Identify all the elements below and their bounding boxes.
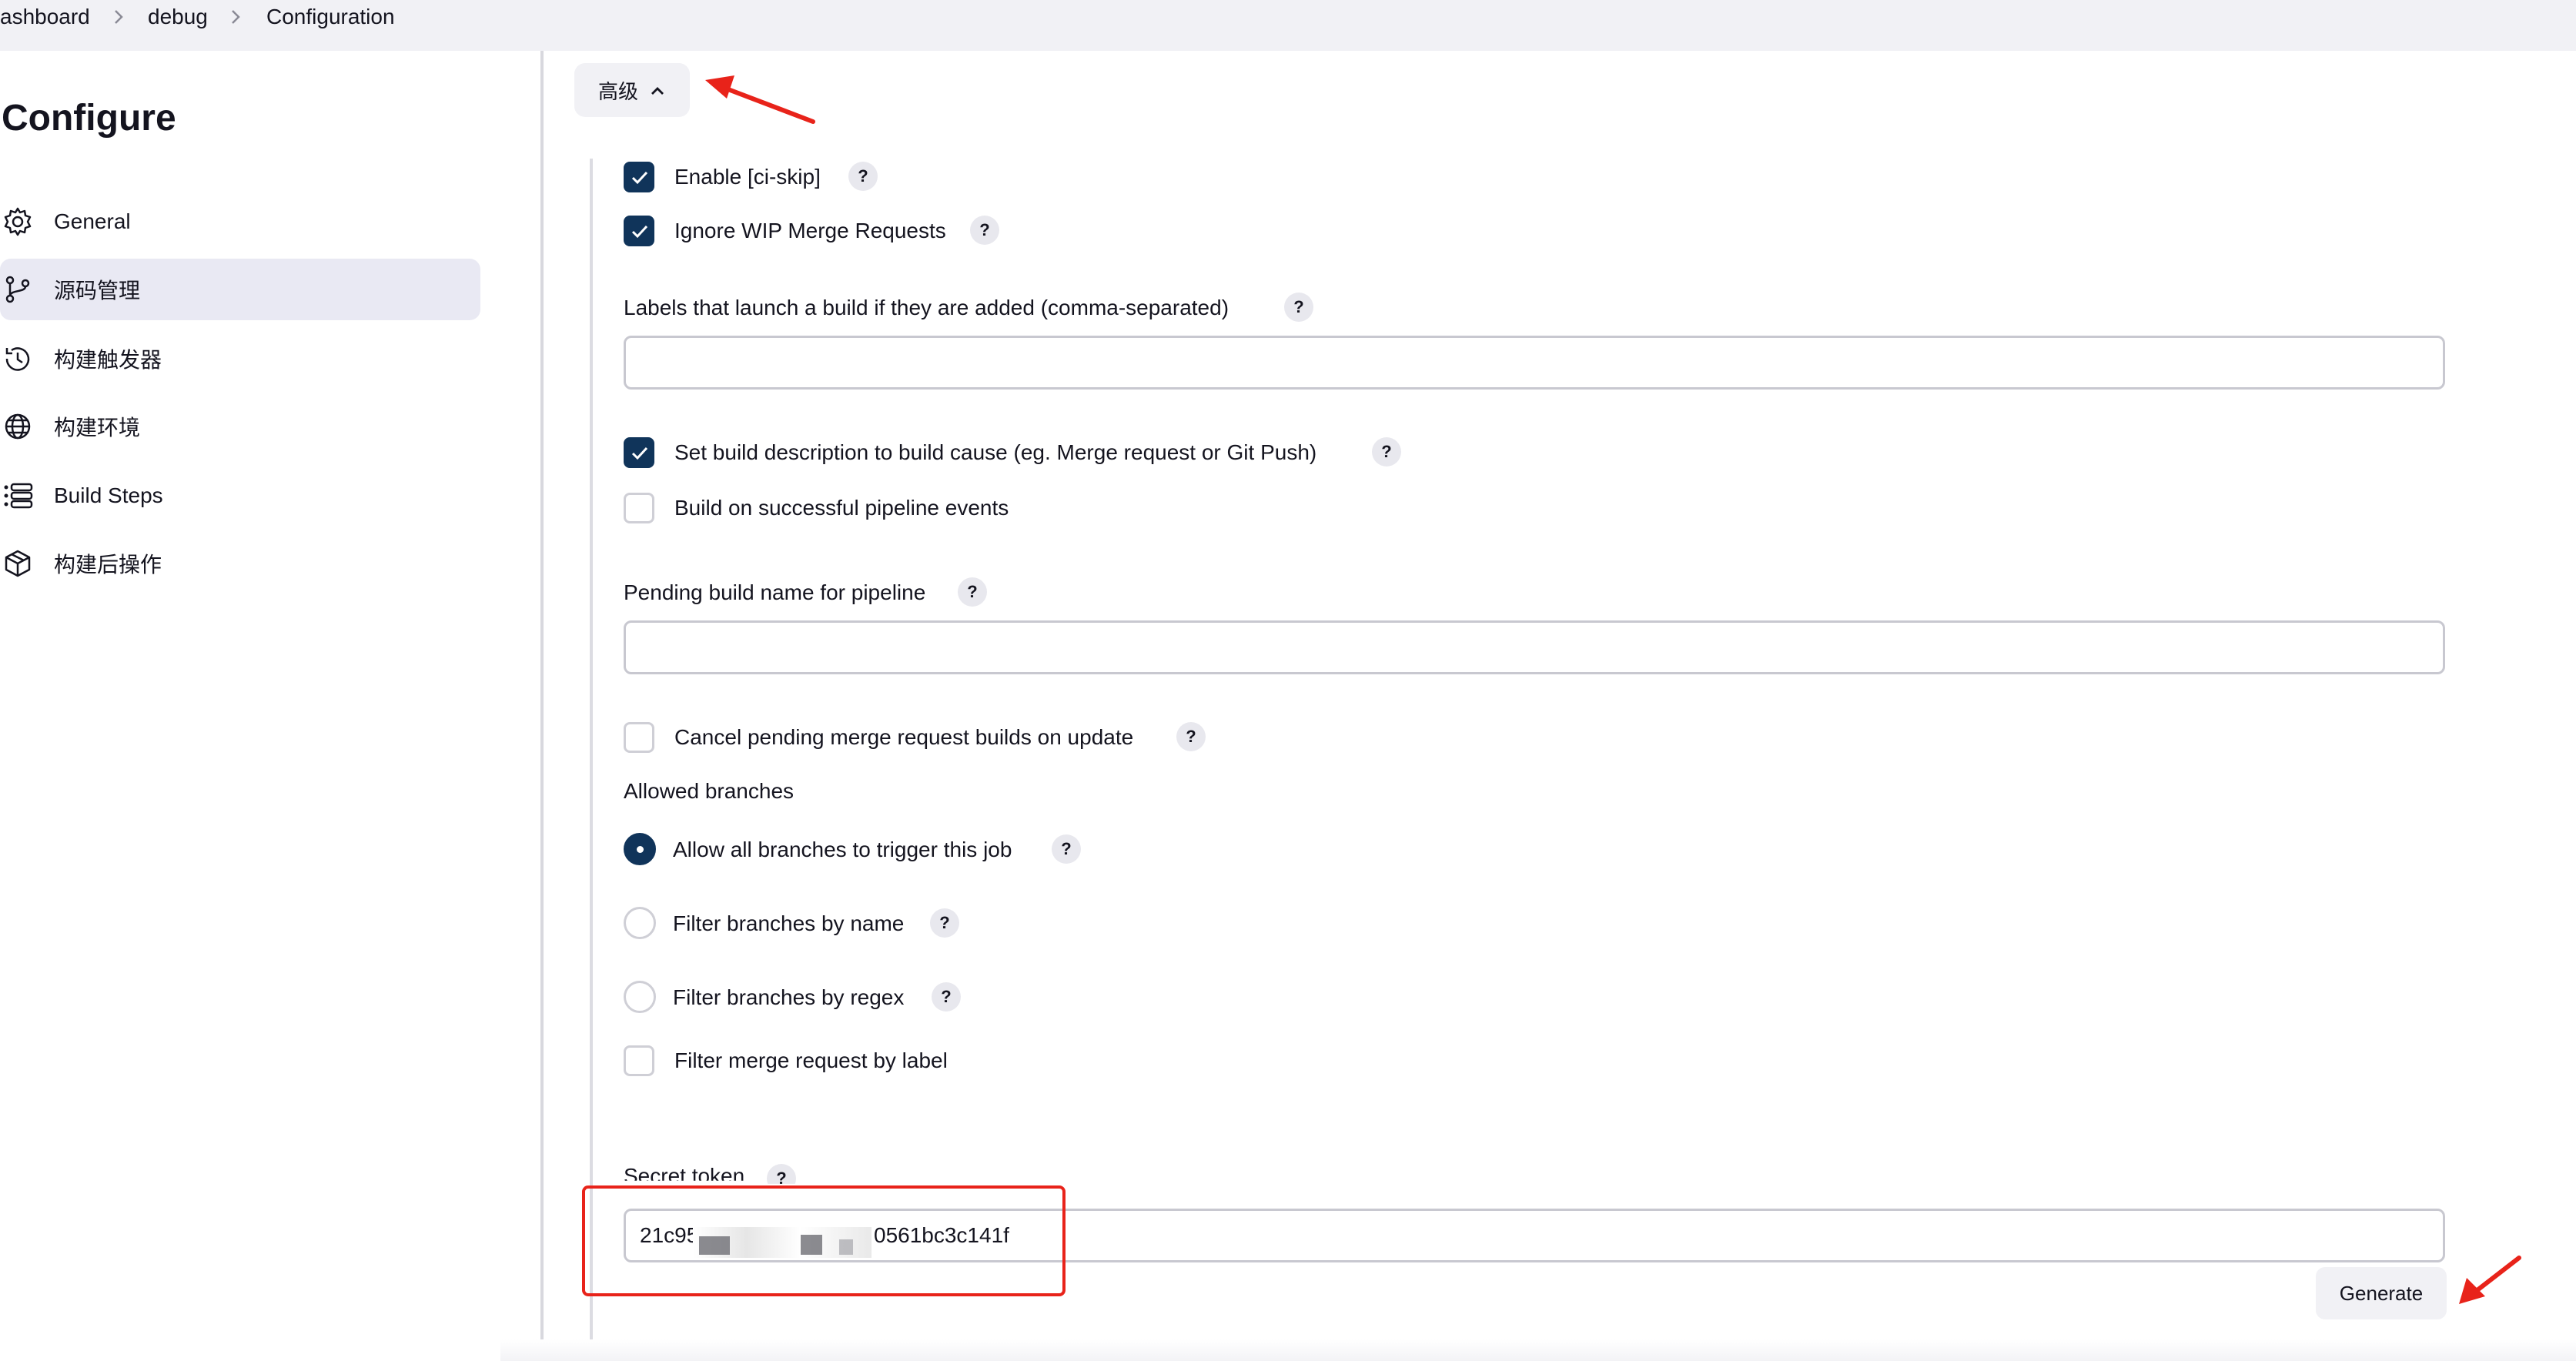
labels-launch-label: Labels that launch a build if they are a… <box>624 296 1229 319</box>
enable-ci-skip-label: Enable [ci-skip] <box>674 165 821 189</box>
sidebar-item-build-environment[interactable]: 构建环境 <box>0 396 480 457</box>
sidebar-item-label: 构建后操作 <box>54 553 162 577</box>
help-icon[interactable]: ? <box>1372 437 1401 466</box>
cancel-pending-label: Cancel pending merge request builds on u… <box>674 725 1134 749</box>
sidebar-item-label: 构建环境 <box>54 416 141 440</box>
allowed-branches-label: Allowed branches <box>624 779 795 803</box>
clock-icon <box>2 343 34 375</box>
cancel-pending-checkbox[interactable] <box>624 722 654 753</box>
ignore-wip-checkbox[interactable] <box>624 216 654 246</box>
enable-ci-skip-checkbox[interactable] <box>624 162 654 192</box>
list-icon <box>2 480 34 512</box>
breadcrumb-debug[interactable]: debug <box>148 5 208 29</box>
filter-branches-regex-label: Filter branches by regex <box>673 985 905 1009</box>
sidebar-item-label: 源码管理 <box>54 279 141 303</box>
help-icon[interactable]: ? <box>970 216 999 245</box>
section-indent-line <box>590 159 593 1361</box>
build-on-pipeline-label: Build on successful pipeline events <box>674 496 1009 520</box>
sidebar-item-source-code[interactable]: 源码管理 <box>0 259 480 320</box>
annotation-arrow <box>705 75 815 124</box>
breadcrumb-bar: ashboard debug Configuration <box>0 0 2576 51</box>
allow-all-branches-label: Allow all branches to trigger this job <box>673 838 1012 861</box>
sidebar-item-general[interactable]: General <box>0 191 480 252</box>
annotation-arrow <box>2459 1256 2521 1304</box>
footer-shadow <box>500 1339 2576 1361</box>
chevron-right-icon <box>229 6 243 33</box>
breadcrumb-configuration[interactable]: Configuration <box>266 5 395 29</box>
allow-all-branches-radio[interactable] <box>624 833 656 865</box>
filter-branches-regex-radio[interactable] <box>624 981 656 1013</box>
generate-button[interactable]: Generate <box>2316 1267 2447 1319</box>
package-icon <box>2 547 34 580</box>
build-on-pipeline-checkbox[interactable] <box>624 493 654 523</box>
page-title: Configure <box>2 98 176 139</box>
help-icon[interactable]: ? <box>932 982 961 1012</box>
filter-mr-label-label: Filter merge request by label <box>674 1048 948 1072</box>
labels-launch-input[interactable] <box>624 336 2445 390</box>
sidebar-item-post-build[interactable]: 构建后操作 <box>0 533 480 594</box>
globe-icon <box>2 410 34 443</box>
help-icon[interactable]: ? <box>848 162 878 191</box>
set-build-description-checkbox[interactable] <box>624 437 654 468</box>
set-build-description-label: Set build description to build cause (eg… <box>674 440 1317 464</box>
filter-branches-name-radio[interactable] <box>624 907 656 939</box>
help-icon[interactable]: ? <box>1176 722 1206 751</box>
annotation-box <box>582 1185 1066 1296</box>
sidebar-item-label: Build Steps <box>54 483 163 507</box>
help-icon[interactable]: ? <box>1284 293 1313 322</box>
filter-mr-label-checkbox[interactable] <box>624 1045 654 1076</box>
sidebar-item-label: 构建触发器 <box>54 348 162 372</box>
sidebar-item-build-steps[interactable]: Build Steps <box>0 465 480 527</box>
help-icon[interactable]: ? <box>1052 834 1081 864</box>
gear-icon <box>2 206 34 238</box>
sidebar-divider <box>540 51 544 1361</box>
sidebar-item-build-triggers[interactable]: 构建触发器 <box>0 328 480 390</box>
sidebar-item-label: General <box>54 209 131 233</box>
advanced-toggle-button[interactable]: 高级 <box>574 63 690 117</box>
filter-branches-name-label: Filter branches by name <box>673 911 905 935</box>
help-icon[interactable]: ? <box>958 577 987 607</box>
breadcrumb-dashboard[interactable]: ashboard <box>0 5 90 29</box>
pending-build-name-label: Pending build name for pipeline <box>624 580 926 604</box>
pending-build-name-input[interactable] <box>624 620 2445 674</box>
chevron-right-icon <box>112 6 126 33</box>
chevron-up-icon <box>649 79 666 102</box>
ignore-wip-label: Ignore WIP Merge Requests <box>674 219 946 242</box>
branch-icon <box>2 273 34 306</box>
advanced-label: 高级 <box>597 79 638 103</box>
help-icon[interactable]: ? <box>930 908 959 938</box>
